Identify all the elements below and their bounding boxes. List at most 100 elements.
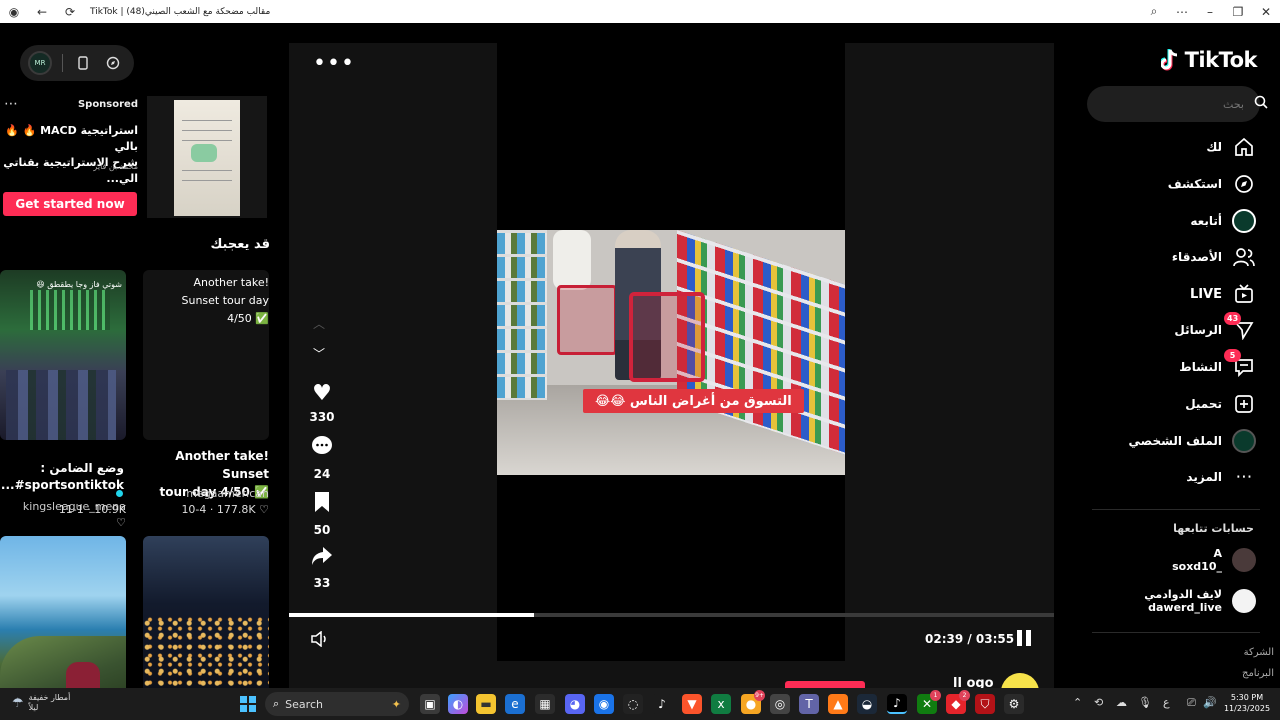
footer-link[interactable]: البرنامج [1200, 668, 1274, 679]
live-icon [1232, 282, 1256, 306]
comment-count: 24 [313, 467, 331, 481]
sidebar-item-label: لك [1206, 140, 1222, 154]
next-video-avatar[interactable] [1001, 673, 1039, 688]
windows-start-icon[interactable] [240, 696, 256, 712]
sidebar-item-following[interactable]: أتابعه [1100, 207, 1256, 235]
player-more-icon[interactable]: ••• [313, 51, 355, 76]
microphone-icon[interactable]: 🎙 [1138, 696, 1152, 709]
chevron-up-icon[interactable]: ︿ [313, 315, 325, 332]
sidebar-item-profile[interactable]: الملف الشخصي [1100, 427, 1256, 455]
phone-icon[interactable] [73, 53, 93, 73]
search-icon[interactable] [1254, 95, 1268, 113]
sidebar-item-explore[interactable]: استكشف [1100, 170, 1256, 198]
language-indicator[interactable]: ع [1163, 696, 1170, 709]
brave-icon[interactable]: ▼ [682, 694, 702, 714]
sound-icon[interactable]: ♪ [652, 694, 672, 714]
search-input[interactable] [1099, 97, 1244, 111]
obs-icon[interactable]: ◌ [623, 694, 643, 714]
close-icon[interactable]: ✕ [1252, 0, 1280, 23]
video-player[interactable]: ••• التسوق من أغراض الناس 😂😂 ︿ ﹀ ♥ 330 2… [289, 43, 1054, 661]
share-action[interactable]: 33 [307, 546, 337, 590]
video-card-megaamerican[interactable]: Another take! Sunset tour day 4/50 ✅ [143, 270, 269, 440]
restore-icon[interactable]: ❐ [1224, 0, 1252, 23]
card-overlay-text: Another take! Sunset tour day 4/50 ✅ [149, 274, 269, 328]
sidebar-item-activity[interactable]: النشاط 5 [1100, 349, 1256, 381]
comment-action[interactable]: 24 [307, 435, 337, 481]
tiktok-taskbar-icon[interactable]: ♪ [887, 694, 907, 714]
tray-chevron-up-icon[interactable]: ⌃ [1073, 696, 1082, 709]
pause-icon[interactable] [1017, 630, 1031, 646]
chevron-down-icon[interactable]: ﹀ [313, 345, 325, 362]
search-icon: ⌕ [273, 697, 280, 710]
zoom-icon[interactable]: ⌕ [1140, 0, 1168, 23]
video-card-kingsleague[interactable]: شوتي فاز وجا يطقطق 😆 [0, 270, 126, 440]
card-cliff [0, 636, 126, 688]
followed-account[interactable]: لايف الدوادمي dawerd_live [1100, 585, 1256, 617]
app-orange-icon[interactable]: ▲ [828, 694, 848, 714]
app-red-icon[interactable]: ◆ 2 [946, 690, 970, 714]
xbox-icon[interactable]: ✕ 1 [917, 690, 941, 714]
user-avatar[interactable]: MR [28, 51, 52, 75]
file-explorer-icon[interactable]: ▬ [476, 694, 496, 714]
tray-cloud-icon[interactable]: ☁ [1116, 696, 1127, 709]
sidebar-item-more[interactable]: المزيد ⋯ [1100, 463, 1256, 491]
sidebar-divider [1092, 632, 1260, 633]
more-icon[interactable]: ⋯ [1168, 0, 1196, 23]
heart-icon[interactable]: ♥ [307, 382, 337, 406]
save-action[interactable]: 50 [307, 491, 337, 537]
minimize-icon[interactable]: – [1196, 0, 1224, 23]
sidebar-item-friends[interactable]: الأصدقاء [1100, 243, 1256, 271]
messages-badge: 43 [1224, 312, 1242, 325]
followed-account[interactable]: A soxd10_ [1100, 544, 1256, 576]
taskbar-search[interactable]: ⌕ Search ✦ [265, 692, 409, 716]
get-started-button[interactable]: Get started now [3, 192, 137, 216]
footer-link[interactable]: الشركة [1200, 647, 1274, 658]
steam-icon[interactable]: ◒ [857, 694, 877, 714]
app-a-icon[interactable]: ● 9+ [741, 690, 765, 714]
weather-widget[interactable]: ☂ أمطار خفيفة ليلاً [12, 693, 70, 713]
bookmark-icon[interactable] [307, 491, 337, 519]
search-bar[interactable] [1087, 86, 1268, 122]
task-view-icon[interactable]: ▣ [420, 694, 440, 714]
heart-outline-icon: ♡ [116, 516, 126, 529]
edge-icon[interactable]: e [505, 694, 525, 714]
sidebar-item-upload[interactable]: تحميل [1100, 390, 1256, 418]
excel-icon[interactable]: x [711, 694, 731, 714]
sidebar-item-messages[interactable]: الرسائل 43 [1100, 312, 1256, 344]
video-card-city-night[interactable] [143, 536, 269, 688]
video-progress-bar[interactable] [289, 613, 1054, 617]
compass-icon[interactable] [103, 53, 123, 73]
teams-icon[interactable]: T [799, 694, 819, 714]
home-icon [1232, 135, 1256, 159]
ad-thumbnail[interactable] [147, 96, 267, 218]
video-author[interactable]: megaamerican [150, 487, 269, 500]
sidebar-item-for-you[interactable]: لك [1100, 133, 1256, 161]
video-shopper-back [553, 230, 591, 290]
tiktok-logo[interactable]: TikTok [1152, 45, 1258, 75]
tray-app-icon[interactable]: ⟲ [1094, 696, 1103, 709]
settings-icon[interactable]: ⚙ [1004, 694, 1024, 714]
taskbar-clock[interactable]: 5:30 PM 11/23/2025 [1220, 692, 1274, 714]
video-frame[interactable]: التسوق من أغراض الناس 😂😂 [497, 230, 845, 475]
volume-icon[interactable]: 🔊 [1203, 696, 1217, 709]
video-stats: 11-1 · 10.9K ♡ [58, 503, 126, 529]
shield-app-icon[interactable]: ⛉ [975, 694, 995, 714]
video-card-cliffs[interactable] [0, 536, 126, 688]
back-icon[interactable]: ← [28, 0, 56, 23]
app-chat-icon[interactable]: ◎ [770, 694, 790, 714]
network-icon[interactable]: ⎚ [1187, 696, 1196, 710]
store-icon[interactable]: ▦ [535, 694, 555, 714]
like-action[interactable]: ♥ 330 [307, 382, 337, 425]
ad-more-icon[interactable]: ⋯ [4, 96, 18, 112]
next-video-follow-button[interactable] [785, 681, 865, 688]
share-icon[interactable] [307, 546, 337, 572]
sidebar-item-live[interactable]: LIVE [1100, 280, 1256, 308]
volume-icon[interactable] [311, 630, 329, 651]
chrome-icon[interactable]: ◉ [594, 694, 614, 714]
next-video-preview[interactable]: ll ogo [289, 661, 1054, 688]
reload-icon[interactable]: ⟳ [56, 0, 84, 23]
comment-icon[interactable] [307, 435, 337, 463]
ad-title[interactable]: استراتيجية MACD 🔥 🔥 بالي شرح الاستراتيجي… [2, 123, 138, 187]
copilot-app-icon[interactable]: ◐ [448, 694, 468, 714]
discord-icon[interactable]: ◕ [565, 694, 585, 714]
